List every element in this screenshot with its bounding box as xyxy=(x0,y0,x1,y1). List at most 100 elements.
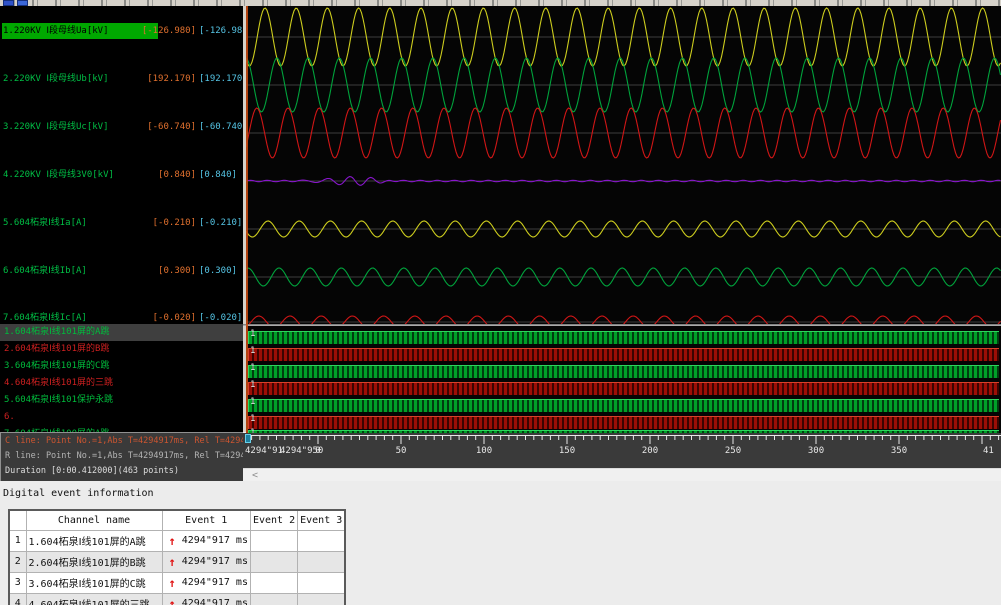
digital-high-bar xyxy=(248,348,999,361)
channel-label: 5.604柘泉Ⅰ线Ia[A] xyxy=(3,215,87,231)
digital-trace[interactable]: 1 xyxy=(248,331,999,345)
cursor-value: [0.300] xyxy=(158,263,196,279)
row-number: 3 xyxy=(9,572,26,593)
digital-channel-row[interactable]: 5.604柘泉Ⅰ线101保护永跳 xyxy=(0,392,243,409)
col-header-event1: Event 1 xyxy=(162,510,250,530)
cursor-value: [0.840] xyxy=(158,167,196,183)
rising-edge-icon: ↑ xyxy=(169,557,176,567)
channel-label: 1.604柘泉Ⅰ线101屏的A跳 xyxy=(4,324,109,341)
digital-channel-row[interactable]: 3.604柘泉Ⅰ线101屏的C跳 xyxy=(0,358,243,375)
digital-channel-row[interactable]: 1.604柘泉Ⅰ线101屏的A跳 xyxy=(0,324,243,341)
channel-label: 1.220KV Ⅰ段母线Ua[kV] xyxy=(2,23,158,39)
digital-state-value: 1 xyxy=(250,414,255,424)
table-row[interactable]: 3 3.604柘泉Ⅰ线101屏的C跳 ↑4294"917 ms xyxy=(9,572,345,593)
axis-tick-label: 250 xyxy=(725,446,741,456)
digital-state-value: 1 xyxy=(250,397,255,407)
ref-value: [-0.210] xyxy=(199,215,243,231)
table-row[interactable]: 2 2.604柘泉Ⅰ线101屏的B跳 ↑4294"917 ms xyxy=(9,551,345,572)
digital-channel-row[interactable]: 4.604柘泉Ⅰ线101屏的三跳 xyxy=(0,375,243,392)
digital-high-bar xyxy=(248,331,999,344)
ref-value: [192.170] xyxy=(199,71,243,87)
digital-trace[interactable]: 1 xyxy=(248,382,999,396)
c-cursor-line[interactable] xyxy=(246,6,248,433)
digital-state-value: 1 xyxy=(250,380,255,390)
event1-cell: ↑4294"917 ms xyxy=(162,593,250,605)
channel-label: 6. xyxy=(4,409,15,426)
ref-value: [0.300] xyxy=(199,263,243,279)
table-row[interactable]: 4 4.604柘泉Ⅰ线101屏的三跳 ↑4294"917 ms xyxy=(9,593,345,605)
cursor-status-panel: C line: Point No.=1,Abs T=4294917ms, Rel… xyxy=(0,432,243,481)
table-row[interactable]: 1 1.604柘泉Ⅰ线101屏的A跳 ↑4294"917 ms xyxy=(9,530,345,551)
channel-name-cell: 1.604柘泉Ⅰ线101屏的A跳 xyxy=(26,530,162,551)
ref-value: [-60.740] xyxy=(199,119,243,135)
event3-cell xyxy=(298,572,346,593)
event1-cell: ↑ 4294"917 ms xyxy=(162,572,250,593)
event1-cell: ↑ 4294"917 ms xyxy=(162,551,250,572)
axis-tick-label: 200 xyxy=(642,446,658,456)
duration-status: Duration [0:00.412000](463 points) xyxy=(5,466,243,476)
digital-trace[interactable]: 1 xyxy=(248,348,999,362)
cursor-position-marker[interactable] xyxy=(245,434,251,443)
channel-label: 3.604柘泉Ⅰ线101屏的C跳 xyxy=(4,358,109,375)
row-number: 4 xyxy=(9,593,26,605)
digital-trace[interactable]: 1 xyxy=(248,416,999,430)
event2-cell xyxy=(250,593,297,605)
digital-trace[interactable]: 1 xyxy=(248,365,999,379)
digital-channel-row[interactable]: 6. xyxy=(0,409,243,426)
event3-cell xyxy=(298,530,346,551)
ref-value: [0.840] xyxy=(199,167,243,183)
digital-trace[interactable]: 1 xyxy=(248,399,999,413)
channel-label: 3.220KV Ⅰ段母线Uc[kV] xyxy=(3,119,109,135)
analog-waveform-area[interactable] xyxy=(246,6,1001,326)
analog-channel-row[interactable]: 5.604柘泉Ⅰ线Ia[A] [-0.210] [-0.210] xyxy=(0,215,243,231)
analog-channel-row[interactable]: 3.220KV Ⅰ段母线Uc[kV] [-60.740] [-60.740] xyxy=(0,119,243,135)
axis-tick-label: 41 xyxy=(983,446,994,456)
digital-waveform-area[interactable]: 1 1 1 1 1 1 1 xyxy=(246,326,1001,433)
col-header-event2: Event 2 xyxy=(250,510,297,530)
channel-label: 5.604柘泉Ⅰ线101保护永跳 xyxy=(4,392,113,409)
digital-state-value: 1 xyxy=(250,329,255,339)
digital-state-value: 1 xyxy=(250,428,255,433)
col-header-channel: Channel name xyxy=(26,510,162,530)
axis-tick-label: 0 xyxy=(315,446,320,456)
event-time: 4294"917 ms xyxy=(182,556,248,567)
analog-channel-row[interactable]: 1.220KV Ⅰ段母线Ua[kV] [-126.980] [-126.980] xyxy=(0,23,243,39)
digital-high-bar xyxy=(248,365,999,378)
rising-edge-icon: ↑ xyxy=(169,599,176,605)
digital-state-value: 1 xyxy=(250,363,255,373)
c-line-status: C line: Point No.=1,Abs T=4294917ms, Rel… xyxy=(5,436,243,446)
analog-channel-row[interactable]: 6.604柘泉Ⅰ线Ib[A] [0.300] [0.300] xyxy=(0,263,243,279)
digital-high-bar xyxy=(248,399,999,412)
section-title: Digital event information xyxy=(3,488,154,499)
axis-abs-time-label: 4294"91 xyxy=(245,446,283,456)
event3-cell xyxy=(298,593,346,605)
channel-name-cell: 4.604柘泉Ⅰ线101屏的三跳 xyxy=(26,593,162,605)
ruler-ticks xyxy=(243,433,1001,468)
waveform-analysis-window: 1.220KV Ⅰ段母线Ua[kV] [-126.980] [-126.980]… xyxy=(0,0,1001,605)
channel-list-panel: 1.220KV Ⅰ段母线Ua[kV] [-126.980] [-126.980]… xyxy=(0,6,243,432)
channel-label: 4.220KV Ⅰ段母线3V0[kV] xyxy=(3,167,114,183)
cursor-value: [192.170] xyxy=(147,71,196,87)
horizontal-scrollbar[interactable]: < xyxy=(243,468,1001,482)
rising-edge-icon: ↑ xyxy=(169,578,176,588)
event-info-section: Digital event information Channel name E… xyxy=(0,481,1001,605)
col-header-event3: Event 3 xyxy=(298,510,346,530)
event2-cell xyxy=(250,530,297,551)
axis-tick-label: 100 xyxy=(476,446,492,456)
time-ruler[interactable]: 4294"91 4294"950 0 50 100 150 200 250 30… xyxy=(243,433,1001,468)
waveform-plot xyxy=(246,6,1001,326)
r-line-status: R line: Point No.=1,Abs T=4294917ms, Rel… xyxy=(5,451,243,461)
analog-channel-row[interactable]: 4.220KV Ⅰ段母线3V0[kV] [0.840] [0.840] xyxy=(0,167,243,183)
row-number: 2 xyxy=(9,551,26,572)
channel-label: 4.604柘泉Ⅰ线101屏的三跳 xyxy=(4,375,113,392)
event3-cell xyxy=(298,551,346,572)
digital-channel-row[interactable]: 2.604柘泉Ⅰ线101屏的B跳 xyxy=(0,341,243,358)
axis-tick-label: 350 xyxy=(891,446,907,456)
event-time: 4294"917 ms xyxy=(182,577,248,588)
analog-channel-row[interactable]: 2.220KV Ⅰ段母线Ub[kV] [192.170] [192.170] xyxy=(0,71,243,87)
cursor-value: [-60.740] xyxy=(147,119,196,135)
cursor-value: [-0.210] xyxy=(153,215,196,231)
axis-tick-label: 300 xyxy=(808,446,824,456)
channel-label: 2.604柘泉Ⅰ线101屏的B跳 xyxy=(4,341,109,358)
digital-high-bar xyxy=(248,382,999,395)
